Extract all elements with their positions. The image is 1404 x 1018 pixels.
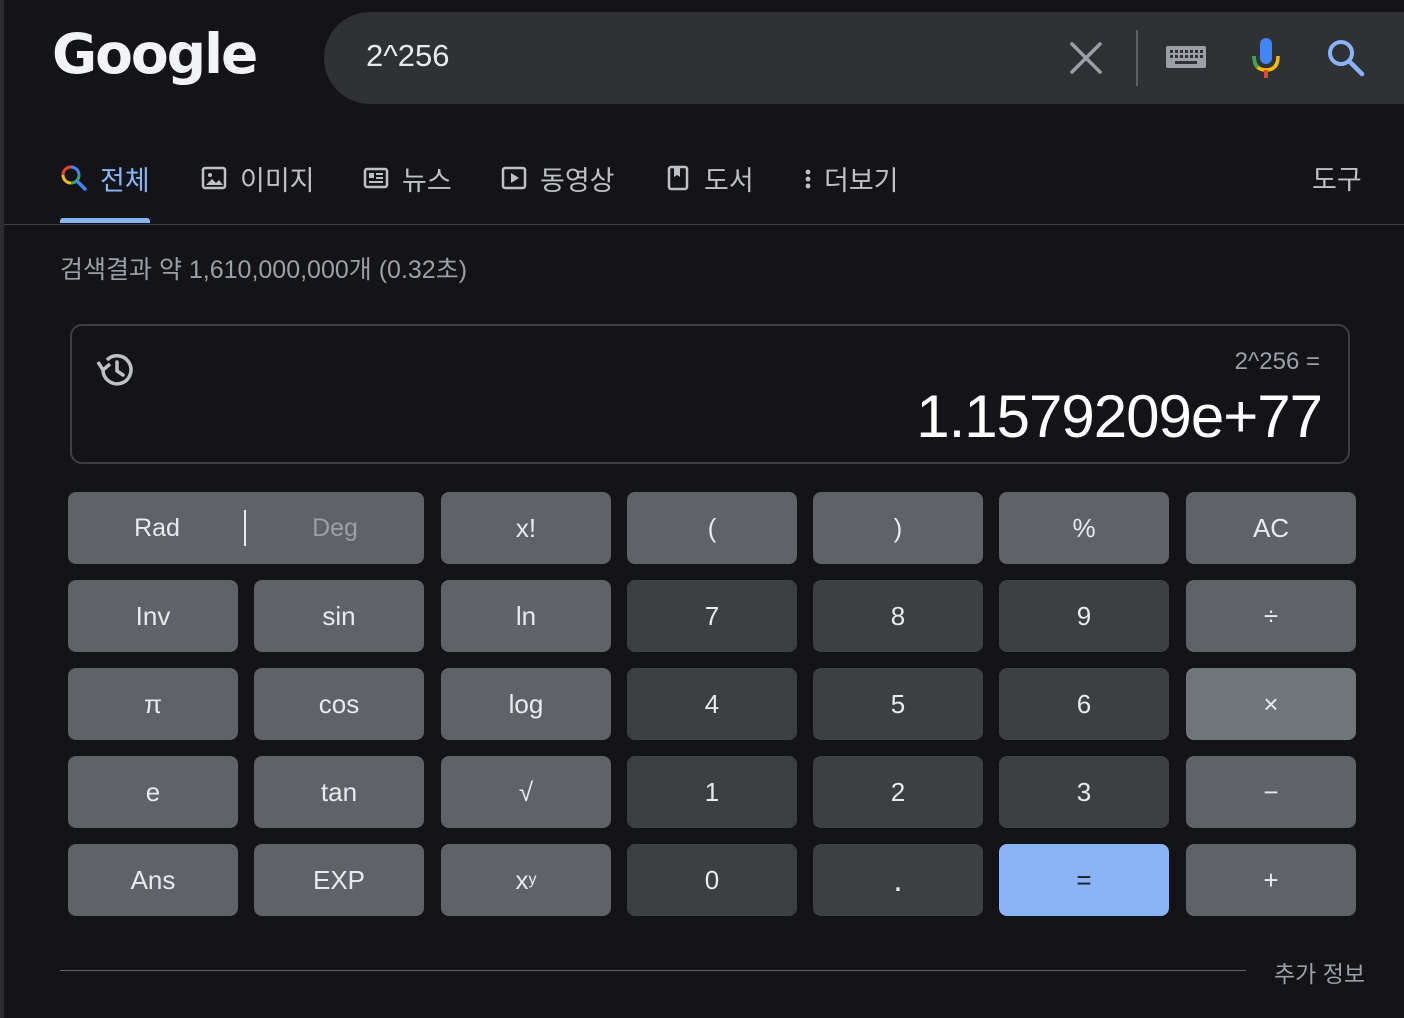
tab-news[interactable]: 뉴스 — [362, 158, 452, 198]
search-divider — [1136, 30, 1138, 86]
all-clear-button[interactable]: AC — [1186, 492, 1356, 564]
tab-label: 전체 — [100, 165, 150, 196]
keyboard-icon[interactable] — [1164, 42, 1208, 72]
tab-label: 도서 — [704, 165, 754, 196]
tab-label: 동영상 — [540, 165, 615, 196]
book-icon — [664, 164, 692, 192]
search-box[interactable]: 2^256 — [324, 12, 1404, 104]
digit-8-button[interactable]: 8 — [813, 580, 983, 652]
digit-2-button[interactable]: 2 — [813, 756, 983, 828]
search-input[interactable]: 2^256 — [366, 38, 450, 74]
calculator-expression: 2^256 = — [1234, 348, 1320, 375]
ln-button[interactable]: ln — [441, 580, 611, 652]
tab-images[interactable]: 이미지 — [200, 158, 315, 198]
window-edge — [0, 0, 4, 1018]
percent-button[interactable]: % — [999, 492, 1169, 564]
calculator-result: 1.1579209e+77 — [916, 383, 1323, 450]
calculator-display: 2^256 = 1.1579209e+77 — [70, 324, 1350, 464]
equals-button[interactable]: = — [999, 844, 1169, 916]
add-button[interactable]: + — [1186, 844, 1356, 916]
digit-4-button[interactable]: 4 — [627, 668, 797, 740]
tab-label: 이미지 — [240, 165, 315, 196]
tab-label: 뉴스 — [402, 165, 452, 196]
digit-9-button[interactable]: 9 — [999, 580, 1169, 652]
digit-1-button[interactable]: 1 — [627, 756, 797, 828]
tab-all[interactable]: 전체 — [60, 158, 150, 198]
sqrt-button[interactable]: √ — [441, 756, 611, 828]
power-exponent: y — [528, 871, 537, 888]
tab-videos[interactable]: 동영상 — [500, 158, 615, 198]
digit-5-button[interactable]: 5 — [813, 668, 983, 740]
tab-more[interactable]: 더보기 — [796, 158, 899, 198]
search-icon[interactable] — [1324, 36, 1368, 80]
open-paren-button[interactable]: ( — [627, 492, 797, 564]
google-logo[interactable]: Google — [52, 22, 258, 86]
log-button[interactable]: log — [441, 668, 611, 740]
factorial-button[interactable]: x! — [441, 492, 611, 564]
history-icon[interactable] — [94, 348, 138, 392]
digit-3-button[interactable]: 3 — [999, 756, 1169, 828]
sin-button[interactable]: sin — [254, 580, 424, 652]
exp-button[interactable]: EXP — [254, 844, 424, 916]
tabs-divider — [4, 224, 1404, 225]
footer-divider — [60, 970, 1246, 971]
tab-label: 더보기 — [824, 165, 899, 196]
digit-7-button[interactable]: 7 — [627, 580, 797, 652]
tan-button[interactable]: tan — [254, 756, 424, 828]
decimal-button[interactable]: . — [813, 844, 983, 916]
rad-button[interactable]: Rad — [68, 492, 246, 564]
result-stats: 검색결과 약 1,610,000,000개 (0.32초) — [60, 256, 468, 284]
angle-mode-toggle[interactable]: Rad Deg — [68, 492, 424, 564]
answer-button[interactable]: Ans — [68, 844, 238, 916]
digit-6-button[interactable]: 6 — [999, 668, 1169, 740]
cos-button[interactable]: cos — [254, 668, 424, 740]
pi-button[interactable]: π — [68, 668, 238, 740]
euler-button[interactable]: e — [68, 756, 238, 828]
clear-icon[interactable] — [1066, 38, 1106, 78]
power-base: x — [515, 864, 529, 895]
video-icon — [500, 164, 528, 192]
subtract-button[interactable]: − — [1186, 756, 1356, 828]
power-button[interactable]: xy — [441, 844, 611, 916]
news-icon — [362, 164, 390, 192]
tab-books[interactable]: 도서 — [664, 158, 754, 198]
more-vert-icon — [796, 164, 812, 192]
more-info-link[interactable]: 추가 정보 — [1274, 955, 1365, 989]
digit-0-button[interactable]: 0 — [627, 844, 797, 916]
tools-button[interactable]: 도구 — [1312, 158, 1362, 197]
close-paren-button[interactable]: ) — [813, 492, 983, 564]
divide-button[interactable]: ÷ — [1186, 580, 1356, 652]
multiply-button[interactable]: × — [1186, 668, 1356, 740]
active-tab-indicator — [60, 218, 150, 223]
image-icon — [200, 164, 228, 192]
inverse-button[interactable]: Inv — [68, 580, 238, 652]
search-icon — [60, 164, 88, 192]
deg-button[interactable]: Deg — [246, 492, 424, 564]
microphone-icon[interactable] — [1248, 34, 1284, 82]
